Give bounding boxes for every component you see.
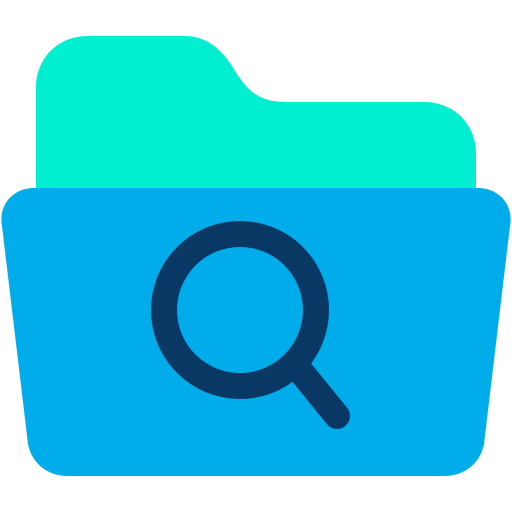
folder-search-icon [1,36,511,476]
folder-back-icon [36,36,476,210]
folder-search-illustration [0,0,512,512]
